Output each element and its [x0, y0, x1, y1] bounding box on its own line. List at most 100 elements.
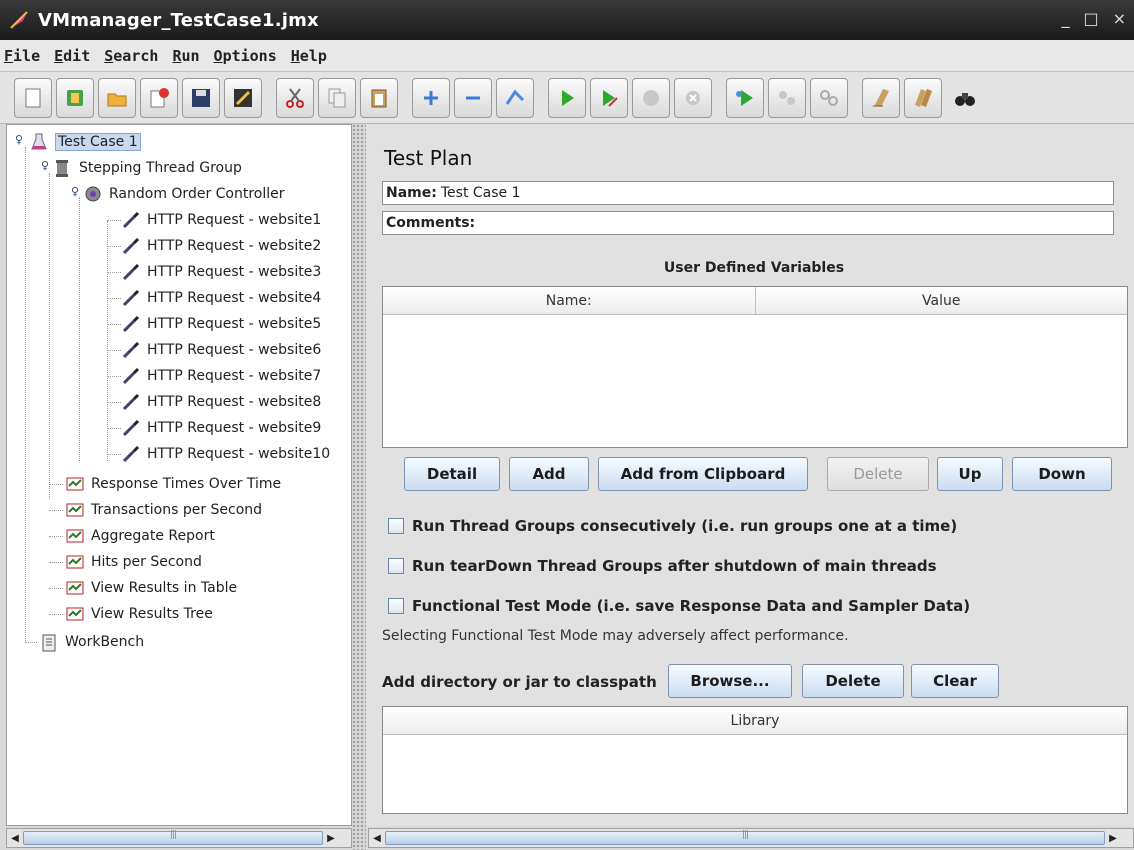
user-defined-variables-table[interactable]: Name: Value: [382, 286, 1128, 448]
graph-icon: [66, 607, 84, 621]
menu-edit[interactable]: Edit: [54, 47, 90, 65]
scroll-thumb[interactable]: [385, 831, 1105, 845]
browse-button[interactable]: Browse...: [668, 664, 792, 698]
menu-search[interactable]: Search: [104, 47, 158, 65]
table-header: Library: [383, 707, 1127, 735]
scroll-left-arrow-icon[interactable]: ◀: [369, 829, 385, 847]
name-label: Name:: [386, 185, 437, 201]
minimize-button[interactable]: _: [1061, 9, 1069, 28]
copy-icon: [328, 88, 346, 107]
clear-all-button[interactable]: [904, 77, 942, 118]
menu-file[interactable]: File: [4, 47, 40, 65]
tree-node-listener[interactable]: View Results in Table: [65, 576, 237, 600]
expand-toggle-root[interactable]: ♀: [15, 133, 27, 147]
tree-node-listener[interactable]: View Results Tree: [65, 602, 213, 626]
expand-all-button[interactable]: [412, 77, 450, 118]
column-header-name[interactable]: Name:: [383, 287, 756, 314]
tree-node-http-request[interactable]: HTTP Request - website10: [121, 442, 330, 466]
clear-classpath-button[interactable]: Clear: [911, 664, 999, 698]
add-button[interactable]: Add: [509, 457, 589, 491]
clear-all-icon: [915, 88, 932, 107]
functional-test-mode-checkbox[interactable]: Functional Test Mode (i.e. save Response…: [388, 597, 970, 615]
collapse-all-button[interactable]: [454, 77, 492, 118]
pipette-icon: [122, 367, 140, 385]
checkbox-box[interactable]: [388, 598, 404, 614]
tree-node-http-request[interactable]: HTTP Request - website9: [121, 416, 321, 440]
checkbox-box[interactable]: [388, 558, 404, 574]
tree-node-http-request[interactable]: HTTP Request - website8: [121, 390, 321, 414]
menu-options[interactable]: Options: [214, 47, 277, 65]
tree-node-http-request[interactable]: HTTP Request - website6: [121, 338, 321, 362]
tree-node-listener[interactable]: Response Times Over Time: [65, 472, 281, 496]
tree-label: Random Order Controller: [109, 186, 285, 202]
down-button[interactable]: Down: [1012, 457, 1112, 491]
save-button[interactable]: [182, 77, 220, 118]
remote-start-button[interactable]: [726, 77, 764, 118]
maximize-button[interactable]: □: [1083, 9, 1098, 28]
up-button[interactable]: Up: [937, 457, 1003, 491]
tree-node-listener[interactable]: Aggregate Report: [65, 524, 215, 548]
run-consecutively-checkbox[interactable]: Run Thread Groups consecutively (i.e. ru…: [388, 517, 957, 535]
comments-input[interactable]: [479, 213, 1113, 233]
save-as-button[interactable]: [224, 77, 262, 118]
delete-variable-button[interactable]: Delete: [827, 457, 929, 491]
stop-button[interactable]: [632, 77, 670, 118]
jmeter-feather-icon: [10, 11, 28, 29]
column-header-value[interactable]: Value: [756, 287, 1128, 314]
scroll-thumb[interactable]: [23, 831, 323, 845]
copy-button[interactable]: [318, 77, 356, 118]
tree-label: Transactions per Second: [91, 502, 263, 518]
tree-horizontal-scrollbar[interactable]: ◀ ▶: [6, 828, 352, 848]
tree-node-http-request[interactable]: HTTP Request - website4: [121, 286, 321, 310]
start-button[interactable]: [548, 77, 586, 118]
menu-run[interactable]: Run: [172, 47, 199, 65]
main-horizontal-scrollbar[interactable]: ◀ ▶: [368, 828, 1134, 848]
tree-label: HTTP Request - website6: [147, 342, 322, 358]
cut-button[interactable]: [276, 77, 314, 118]
paste-button[interactable]: [360, 77, 398, 118]
tree-node-http-request[interactable]: HTTP Request - website5: [121, 312, 321, 336]
tree-node-http-request[interactable]: HTTP Request - website7: [121, 364, 321, 388]
tree-node-http-request[interactable]: HTTP Request - website1: [121, 208, 321, 232]
tree-node-workbench[interactable]: WorkBench: [39, 630, 144, 654]
window-controls: _ □ ×: [1061, 9, 1126, 28]
checkbox-box[interactable]: [388, 518, 404, 534]
menu-help[interactable]: Help: [291, 47, 327, 65]
templates-button[interactable]: [56, 77, 94, 118]
graph-icon: [66, 555, 84, 569]
scroll-left-arrow-icon[interactable]: ◀: [7, 829, 23, 847]
name-input[interactable]: Test Case 1: [441, 185, 1113, 201]
start-no-timers-button[interactable]: [590, 77, 628, 118]
clear-button[interactable]: [862, 77, 900, 118]
tree-node-random-order-controller[interactable]: Random Order Controller: [83, 182, 285, 206]
close-file-button[interactable]: [140, 77, 178, 118]
remote-shutdown-button[interactable]: [810, 77, 848, 118]
tree-node-test-plan[interactable]: Test Case 1: [29, 130, 141, 154]
add-from-clipboard-button[interactable]: Add from Clipboard: [598, 457, 808, 491]
scroll-right-arrow-icon[interactable]: ▶: [323, 829, 339, 847]
new-button[interactable]: [14, 77, 52, 118]
open-button[interactable]: [98, 77, 136, 118]
spool-icon: [56, 160, 68, 177]
shutdown-button[interactable]: [674, 77, 712, 118]
expand-toggle-thread-group[interactable]: ♀: [41, 159, 53, 173]
remote-stop-button[interactable]: [768, 77, 806, 118]
start-no-timers-icon: [603, 89, 618, 107]
tree-node-http-request[interactable]: HTTP Request - website2: [121, 234, 321, 258]
run-teardown-checkbox[interactable]: Run tearDown Thread Groups after shutdow…: [388, 557, 937, 575]
search-button[interactable]: [946, 78, 984, 118]
expand-toggle-controller[interactable]: ♀: [71, 185, 83, 199]
detail-button[interactable]: Detail: [404, 457, 500, 491]
tree-node-http-request[interactable]: HTTP Request - website3: [121, 260, 321, 284]
tree-node-listener[interactable]: Hits per Second: [65, 550, 202, 574]
toggle-button[interactable]: [496, 77, 534, 118]
panel-splitter[interactable]: [352, 124, 366, 850]
scroll-right-arrow-icon[interactable]: ▶: [1105, 829, 1121, 847]
close-button[interactable]: ×: [1113, 9, 1126, 28]
library-table[interactable]: Library: [382, 706, 1128, 814]
delete-classpath-button[interactable]: Delete: [802, 664, 904, 698]
flask-icon: [31, 133, 47, 150]
tree-node-listener[interactable]: Transactions per Second: [65, 498, 262, 522]
column-header-library[interactable]: Library: [383, 707, 1127, 734]
tree-node-thread-group[interactable]: Stepping Thread Group: [53, 156, 242, 180]
